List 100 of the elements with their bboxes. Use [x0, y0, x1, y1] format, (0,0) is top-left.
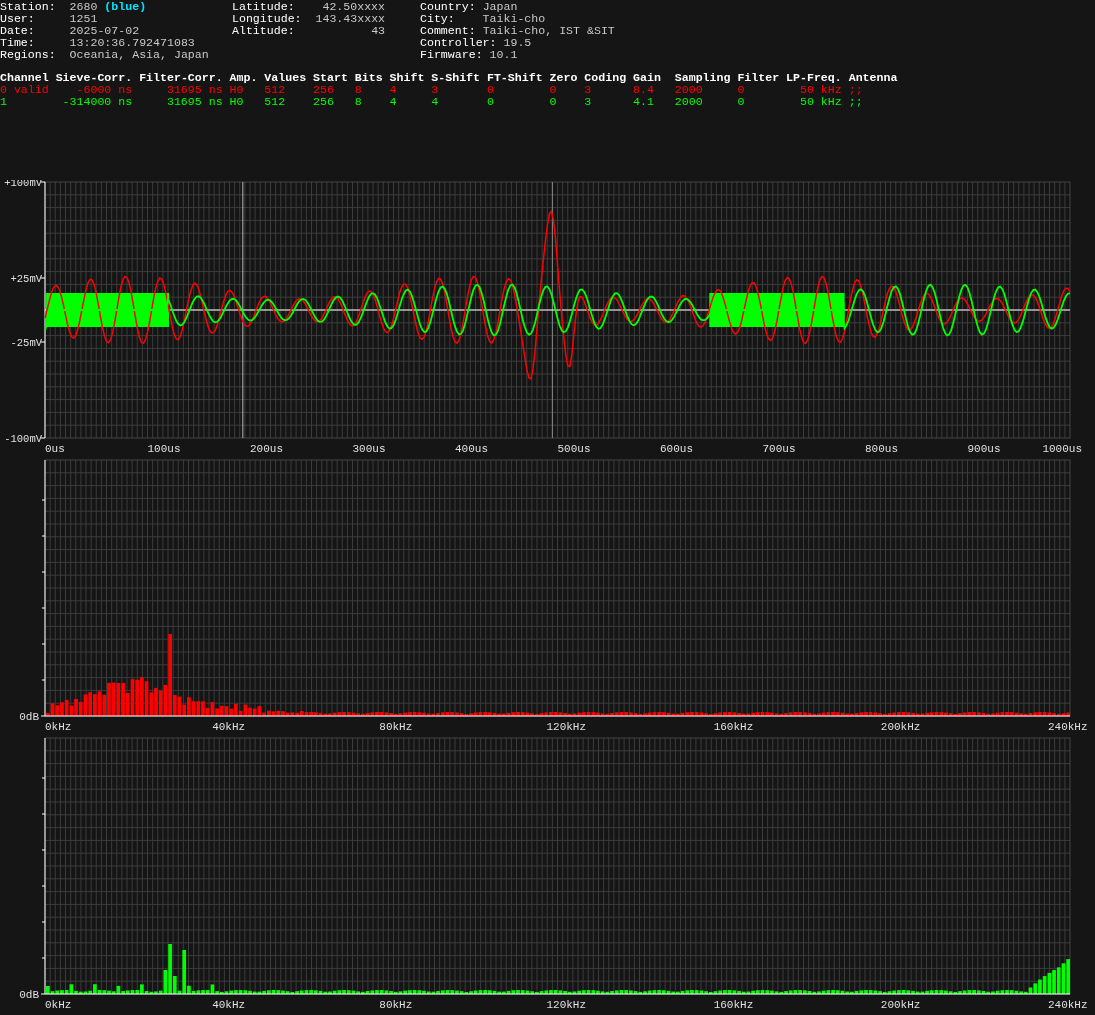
field-value: 43: [370, 25, 386, 37]
table-cell-text: 0: [549, 96, 558, 108]
column-header: Amp.: [229, 72, 259, 84]
field-value: Taiki-cho, IST &SIT: [482, 25, 615, 37]
field-label: Country:: [420, 1, 477, 13]
column-header: FT-Shift: [486, 72, 544, 84]
field-label: User:: [0, 13, 36, 25]
field-label: Altitude:: [232, 25, 296, 37]
table-cell-text: 4: [389, 96, 398, 108]
station-tag: (blue): [104, 1, 147, 13]
table-cell-text: 4.1: [633, 96, 655, 108]
axis-label: 120kHz: [546, 721, 587, 733]
axis-label: +25mV: [10, 273, 42, 285]
table-cell-text: 8.4: [633, 84, 655, 96]
axis-label: 240kHz: [1047, 999, 1088, 1011]
axis-label: 0dB: [19, 989, 39, 1001]
table-cell-text: H0: [229, 96, 245, 108]
axis-label: 0kHz: [45, 999, 72, 1011]
axis-label: 0us: [45, 443, 65, 455]
table-cell-text: 0: [486, 96, 495, 108]
field-label: Latitude:: [232, 1, 296, 13]
table-cell-text: 4: [389, 84, 398, 96]
table-cell-text: ;;: [848, 96, 864, 108]
field-label: Longitude:: [232, 13, 303, 25]
column-header: Bits: [354, 72, 384, 84]
column-header: Filter: [737, 72, 781, 84]
table-cell-text: 8: [354, 84, 363, 96]
column-header: Sieve-Corr.: [55, 72, 134, 84]
field-label: Comment:: [420, 25, 477, 37]
axis-label: 160kHz: [713, 999, 754, 1011]
table-cell-text: 2000: [674, 96, 704, 108]
axis-label: 80kHz: [379, 721, 413, 733]
table-cell-text: 512: [264, 84, 287, 96]
field-value: Taiki-cho: [482, 13, 546, 25]
axis-label: 200kHz: [880, 999, 921, 1011]
table-cell-text: 0: [737, 96, 746, 108]
table-cell-text: 0: [737, 84, 746, 96]
table-cell-text: 4: [431, 96, 440, 108]
field-label: Firmware:: [420, 49, 484, 61]
column-header: Antenna: [848, 72, 899, 84]
field-value: 13:20:36.792471083: [69, 37, 195, 49]
axis-label: 100us: [147, 443, 181, 455]
table-cell-text: 31695 ns: [165, 96, 224, 108]
table-cell-text: 3: [431, 84, 440, 96]
table-cell-text: ;;: [848, 84, 864, 96]
field-value: Japan: [482, 1, 518, 13]
field-value: 10.1: [489, 49, 518, 61]
table-cell-text: 256: [313, 96, 335, 108]
field-value: 42.50xxxx: [321, 1, 386, 13]
column-header: Shift: [389, 72, 426, 84]
axis-label: 240kHz: [1047, 721, 1088, 733]
field-label: Regions:: [0, 49, 57, 61]
column-header: Zero: [549, 72, 579, 84]
column-header: Values: [264, 72, 308, 84]
table-cell-text: 50 kHz: [798, 84, 843, 96]
table-cell-text: 1: [0, 96, 8, 108]
table-cell-text: 8: [354, 96, 363, 108]
axis-label: 80kHz: [379, 999, 413, 1011]
column-header: S-Shift: [431, 72, 481, 84]
column-header: Coding: [584, 72, 628, 84]
table-cell-text: 50 kHz: [798, 96, 843, 108]
table-cell-text: 256: [313, 84, 335, 96]
axis-label: 300us: [352, 443, 386, 455]
axis-label: 900us: [967, 443, 1001, 455]
table-cell-text: 2000: [674, 84, 704, 96]
field-value: 19.5: [503, 37, 532, 49]
column-header: LP-Freq.: [786, 72, 843, 84]
table-cell-text: 3: [584, 96, 593, 108]
table-cell-text: 0: [486, 84, 495, 96]
table-cell-text: 512: [264, 96, 287, 108]
axis-label: -100mV: [4, 433, 42, 445]
column-header: Sampling: [674, 72, 732, 84]
field-label: Time:: [0, 37, 36, 49]
table-cell-text: 3: [584, 84, 593, 96]
axis-label: 0kHz: [45, 721, 72, 733]
field-label: Controller:: [420, 37, 498, 49]
column-header: Gain: [633, 72, 662, 84]
table-cell-text: -6000 ns: [75, 84, 134, 96]
axis-label: 1000us: [1042, 443, 1082, 455]
axis-label: 120kHz: [546, 999, 587, 1011]
axis-label: 600us: [660, 443, 693, 455]
axis-label: 200kHz: [880, 721, 921, 733]
field-value: 143.43xxxx: [315, 13, 386, 25]
axis-label: 400us: [455, 443, 488, 455]
axis-label: 200us: [250, 443, 283, 455]
axis-label: 0dB: [19, 711, 39, 723]
field-label: Date:: [0, 25, 36, 37]
axis-label: 40kHz: [212, 721, 246, 733]
table-cell-text: 31695 ns: [165, 84, 224, 96]
axis-label: 800us: [865, 443, 898, 455]
axis-label: 700us: [762, 443, 796, 455]
table-cell-text: H0: [229, 84, 245, 96]
field-value: 1251: [69, 13, 98, 25]
field-value: 2025-07-02: [69, 25, 140, 37]
field-label: City:: [420, 13, 456, 25]
column-header: Start: [313, 72, 349, 84]
axis-label: -25mV: [10, 337, 42, 349]
column-header: Filter-Corr.: [139, 72, 224, 84]
table-cell-text: -314000 ns: [61, 96, 134, 108]
table-cell-text: 0: [549, 84, 558, 96]
